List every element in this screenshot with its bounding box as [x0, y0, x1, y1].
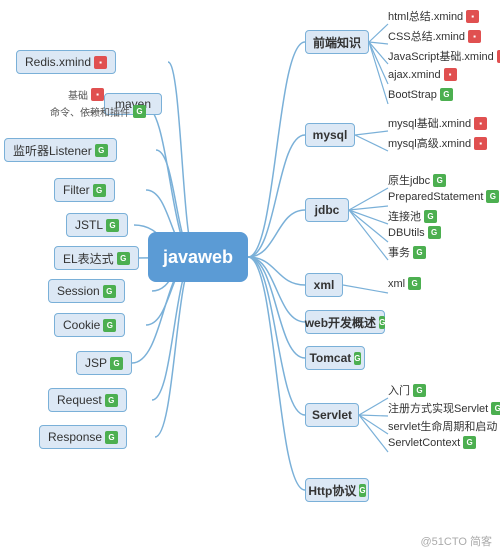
left-node: JSTLG [66, 213, 128, 237]
left-node: FilterG [54, 178, 115, 202]
left-label: EL表达式 [63, 250, 114, 267]
child-label: 入门 [388, 382, 410, 398]
red-badge: ▪ [444, 68, 457, 81]
child-label: JavaScript基础.xmind [388, 48, 494, 64]
child-node: mysql高级.xmind▪ [388, 135, 487, 151]
left-label: JSTL [75, 218, 103, 232]
green-badge: G [93, 184, 106, 197]
left-label: Filter [63, 183, 90, 197]
left-node: ResponseG [39, 425, 127, 449]
child-node: html总结.xmind▪ [388, 8, 479, 24]
child-node: mysql基础.xmind▪ [388, 115, 487, 131]
red-badge: ▪ [94, 56, 107, 69]
left-label: 监听器Listener [13, 142, 92, 159]
child-label: html总结.xmind [388, 8, 463, 24]
child-label: 注册方式实现Servlet [388, 400, 488, 416]
green-badge: G [408, 277, 421, 290]
left-node: Redis.xmind▪ [16, 50, 116, 74]
green-badge: G [110, 357, 123, 370]
child-label: ServletContext [388, 437, 460, 449]
green-badge: G [106, 219, 119, 232]
child-node: ServletContextG [388, 436, 476, 449]
branch-node: TomcatG [305, 346, 365, 370]
green-badge: G [433, 174, 446, 187]
child-node: JavaScript基础.xmind▪ [388, 48, 500, 64]
green-badge: G [117, 252, 130, 265]
watermark: @51CTO 简客 [421, 533, 492, 549]
maven-sub-node: 基础▪ [68, 87, 104, 102]
branch-node: mysql [305, 123, 355, 147]
green-badge: G [428, 226, 441, 239]
green-badge: G [491, 402, 500, 415]
child-label: BootStrap [388, 89, 437, 101]
child-node: 注册方式实现ServletG [388, 400, 500, 416]
branch-node: jdbc [305, 198, 349, 222]
red-badge: ▪ [468, 30, 481, 43]
left-node: SessionG [48, 279, 125, 303]
child-node: servlet生命周期和启动G [388, 418, 500, 434]
child-node: 事务G [388, 244, 426, 260]
child-node: DBUtilsG [388, 226, 441, 239]
left-label: Cookie [63, 318, 100, 332]
green-badge: G [463, 436, 476, 449]
child-node: 连接池G [388, 208, 437, 224]
branch-node: Http协议G [305, 478, 369, 502]
branch-node: 前端知识 [305, 30, 369, 54]
child-label: mysql基础.xmind [388, 115, 471, 131]
center-label: javaweb [163, 247, 233, 268]
green-badge: G [413, 246, 426, 259]
branch-node: web开发概述G [305, 310, 385, 334]
green-badge: G [133, 105, 146, 118]
child-label: ajax.xmind [388, 69, 441, 81]
left-node: CookieG [54, 313, 125, 337]
child-node: BootStrapG [388, 88, 453, 101]
left-node: EL表达式G [54, 246, 139, 270]
child-label: xml [388, 278, 405, 290]
red-badge: ▪ [474, 137, 487, 150]
child-label: CSS总结.xmind [388, 28, 465, 44]
child-node: PreparedStatementG [388, 190, 499, 203]
branch-node: Servlet [305, 403, 359, 427]
child-label: 连接池 [388, 208, 421, 224]
child-node: 原生jdbcG [388, 172, 446, 188]
child-node: 入门G [388, 382, 426, 398]
center-node: javaweb [148, 232, 248, 282]
child-label: 事务 [388, 244, 410, 260]
sub-label: 命令、依赖和插件 [50, 104, 130, 119]
left-label: Response [48, 430, 102, 444]
child-label: mysql高级.xmind [388, 135, 471, 151]
green-badge: G [359, 484, 365, 497]
left-node: 监听器ListenerG [4, 138, 117, 162]
child-label: DBUtils [388, 227, 425, 239]
green-badge: G [413, 384, 426, 397]
red-badge: ▪ [474, 117, 487, 130]
child-label: 原生jdbc [388, 172, 430, 188]
child-label: PreparedStatement [388, 191, 483, 203]
left-node: JSPG [76, 351, 132, 375]
green-badge: G [379, 316, 385, 329]
left-label: Redis.xmind [25, 55, 91, 69]
red-badge: ▪ [91, 88, 104, 101]
green-badge: G [103, 319, 116, 332]
green-badge: G [105, 394, 118, 407]
child-node: ajax.xmind▪ [388, 68, 457, 81]
green-badge: G [105, 431, 118, 444]
green-badge: G [103, 285, 116, 298]
green-badge: G [95, 144, 108, 157]
left-label: JSP [85, 356, 107, 370]
green-badge: G [354, 352, 360, 365]
green-badge: G [486, 190, 499, 203]
branch-node: xml [305, 273, 343, 297]
child-label: servlet生命周期和启动 [388, 418, 497, 434]
left-node: RequestG [48, 388, 127, 412]
red-badge: ▪ [466, 10, 479, 23]
sub-label: 基础 [68, 87, 88, 102]
left-label: Session [57, 284, 100, 298]
child-node: CSS总结.xmind▪ [388, 28, 481, 44]
left-label: Request [57, 393, 102, 407]
green-badge: G [424, 210, 437, 223]
green-badge: G [440, 88, 453, 101]
maven-sub-node: 命令、依赖和插件G [50, 104, 146, 119]
child-node: xmlG [388, 277, 421, 290]
